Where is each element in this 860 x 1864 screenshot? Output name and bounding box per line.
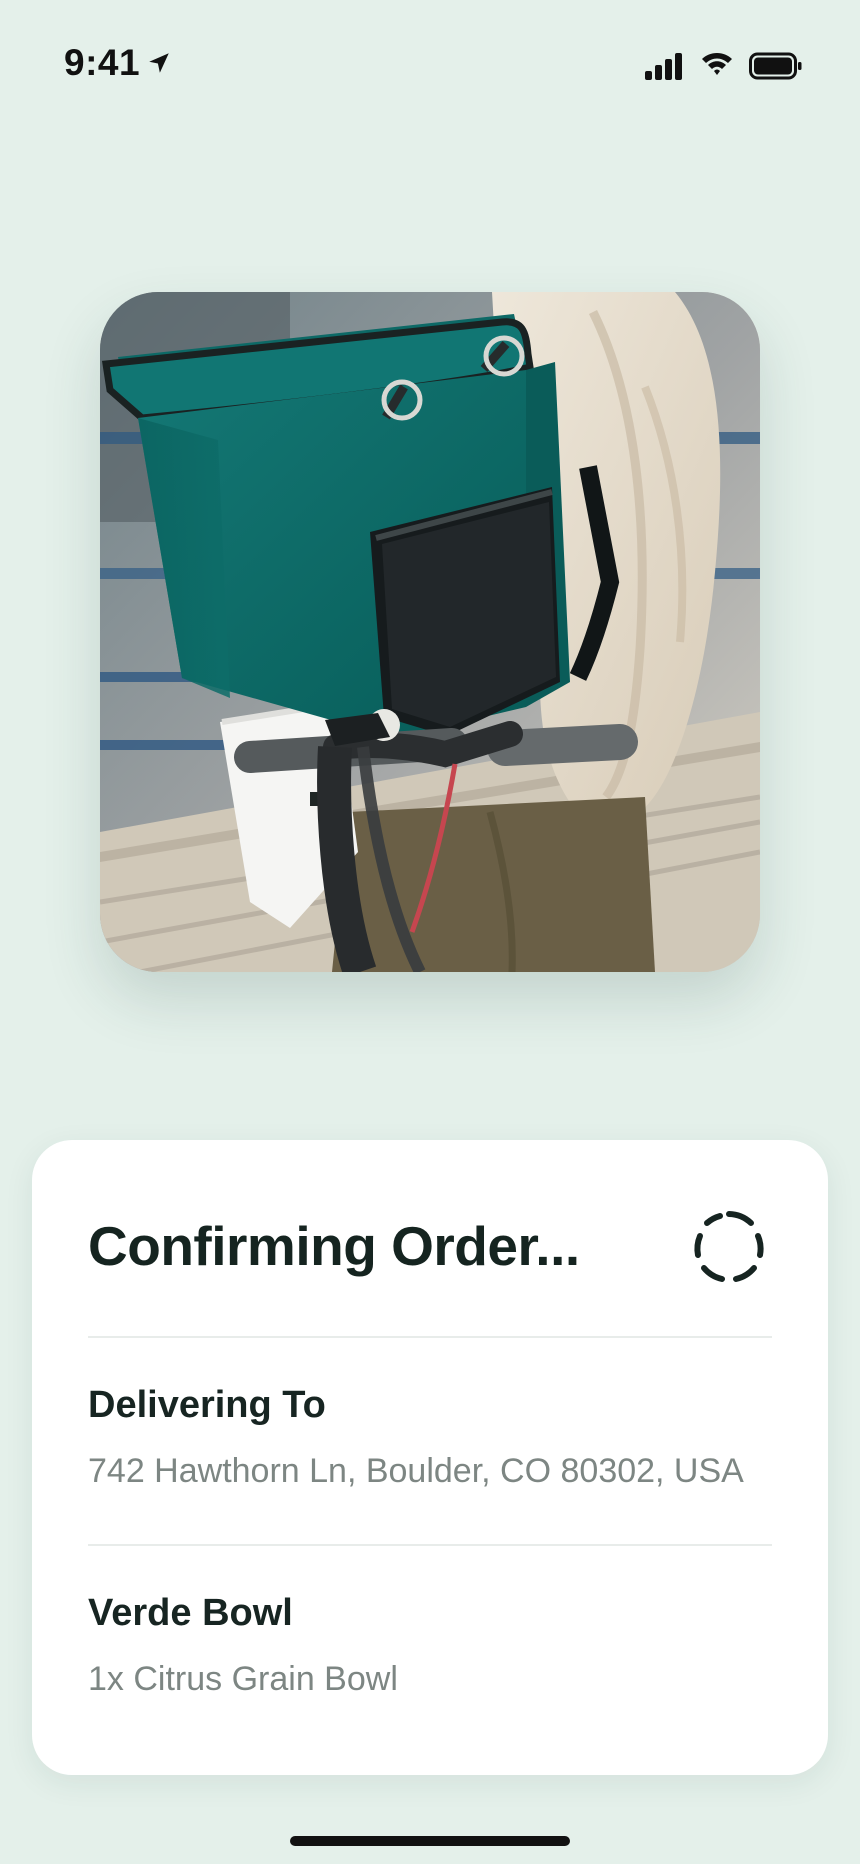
delivery-address: 742 Hawthorn Ln, Boulder, CO 80302, USA xyxy=(88,1452,744,1490)
loading-spinner-icon xyxy=(694,1211,764,1282)
signal-icon xyxy=(645,53,682,80)
status-bar: 9:41 xyxy=(0,0,860,130)
restaurant-name: Verde Bowl xyxy=(88,1592,293,1634)
confirming-order-title: Confirming Order... xyxy=(88,1215,580,1277)
title-divider xyxy=(88,1336,772,1338)
delivery-heading: Delivering To xyxy=(88,1384,326,1426)
home-indicator[interactable] xyxy=(290,1836,570,1846)
location-arrow-icon xyxy=(149,53,169,73)
order-item-summary: 1x Citrus Grain Bowl xyxy=(88,1660,398,1698)
courier-illustration xyxy=(100,292,760,972)
status-time: 9:41 xyxy=(64,42,141,83)
order-confirmation-card: Confirming Order... Delivering To 742 Ha… xyxy=(32,1140,828,1775)
wifi-icon xyxy=(702,53,732,75)
delivery-hero-image xyxy=(100,292,760,972)
section-divider xyxy=(88,1544,772,1546)
battery-icon xyxy=(749,52,802,80)
